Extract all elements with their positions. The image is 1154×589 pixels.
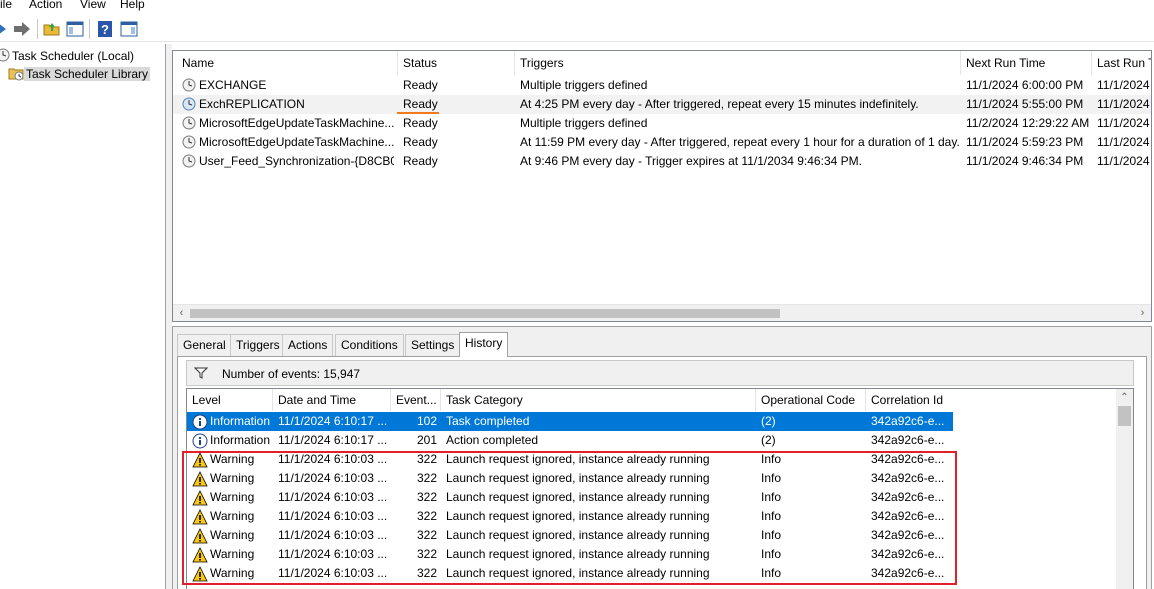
warning-icon: [192, 528, 208, 544]
column-header-level[interactable]: Level: [187, 389, 273, 411]
column-header-triggers[interactable]: Triggers: [515, 51, 961, 75]
tab-actions[interactable]: Actions: [282, 334, 334, 356]
history-panel: Number of events: 15,947 Level Date and …: [177, 356, 1147, 589]
history-filter-bar: Number of events: 15,947: [186, 360, 1134, 386]
vertical-scrollbar[interactable]: ⌃: [1116, 389, 1133, 589]
tab-triggers[interactable]: Triggers: [230, 334, 286, 356]
event-row[interactable]: Warning 11/1/2024 6:10:03 ... 322 Launch…: [187, 450, 953, 469]
menu-bar: ile Action View Help: [0, 0, 1154, 13]
event-row[interactable]: Warning 11/1/2024 6:10:03 ... 322 Launch…: [187, 545, 953, 564]
show-hide-action-pane-icon[interactable]: [119, 19, 139, 39]
console-tree: Task Scheduler (Local) Task Scheduler Li…: [0, 44, 166, 589]
task-list-header: Name Status Triggers Next Run Time Last …: [173, 51, 1151, 75]
tab-settings[interactable]: Settings: [405, 334, 461, 356]
event-row[interactable]: Warning 11/1/2024 6:10:03 ... 322 Launch…: [187, 564, 953, 583]
event-row[interactable]: Warning 11/1/2024 6:10:03 ... 322 Launch…: [187, 469, 953, 488]
horizontal-scrollbar[interactable]: ‹ ›: [173, 304, 1151, 321]
help-icon[interactable]: ?: [95, 19, 115, 39]
scrollbar-thumb[interactable]: [190, 309, 780, 318]
scroll-right-icon[interactable]: ›: [1134, 305, 1151, 321]
column-header-task-category[interactable]: Task Category: [441, 389, 756, 411]
task-row[interactable]: ExchREPLICATION Ready At 4:25 PM every d…: [173, 95, 1151, 114]
folder-clock-icon: [8, 65, 24, 84]
event-row[interactable]: Information 11/1/2024 6:10:17 ... 201 Ac…: [187, 431, 953, 450]
clock-icon: [0, 48, 10, 65]
warning-icon: [192, 566, 208, 582]
event-row[interactable]: Information 11/1/2024 6:10:17 ... 102 Ta…: [187, 412, 953, 431]
column-header-next-run-time[interactable]: Next Run Time: [961, 51, 1092, 75]
warning-icon: [192, 452, 208, 468]
task-row[interactable]: MicrosoftEdgeUpdateTaskMachine... Ready …: [173, 133, 1151, 152]
event-row[interactable]: Warning 11/1/2024 6:10:03 ... 322 Launch…: [187, 488, 953, 507]
show-hide-console-tree-icon[interactable]: [65, 19, 85, 39]
menu-action[interactable]: Action: [29, 0, 62, 11]
up-folder-icon[interactable]: [42, 19, 62, 39]
filter-icon[interactable]: [193, 367, 209, 382]
column-header-correlation-id[interactable]: Correlation Id: [866, 389, 956, 411]
warning-icon: [192, 471, 208, 487]
menu-file[interactable]: ile: [0, 0, 12, 11]
menu-help[interactable]: Help: [120, 0, 145, 11]
scrollbar-thumb[interactable]: [1118, 406, 1131, 426]
task-properties-panel: General Triggers Actions Conditions Sett…: [172, 326, 1152, 589]
tree-item-task-scheduler-library[interactable]: Task Scheduler Library: [8, 65, 151, 84]
information-icon: [192, 414, 208, 430]
scroll-left-icon[interactable]: ‹: [173, 305, 190, 321]
event-row[interactable]: Warning 11/1/2024 6:10:03 ... 322 Launch…: [187, 526, 953, 545]
warning-icon: [192, 509, 208, 525]
task-row[interactable]: User_Feed_Synchronization-{D8CB0... Read…: [173, 152, 1151, 171]
column-header-name[interactable]: Name: [177, 51, 398, 75]
column-header-operational-code[interactable]: Operational Code: [756, 389, 866, 411]
task-row[interactable]: MicrosoftEdgeUpdateTaskMachine... Ready …: [173, 114, 1151, 133]
forward-arrow-icon[interactable]: [12, 19, 32, 39]
column-header-event-id[interactable]: Event...: [391, 389, 441, 411]
tab-conditions[interactable]: Conditions: [335, 334, 404, 356]
column-header-date-time[interactable]: Date and Time: [273, 389, 391, 411]
back-arrow-icon[interactable]: [0, 19, 10, 39]
tree-item-task-scheduler-local[interactable]: Task Scheduler (Local): [0, 47, 136, 65]
column-header-last-run-time[interactable]: Last Run T: [1092, 51, 1151, 75]
scroll-up-icon[interactable]: ⌃: [1116, 389, 1133, 406]
tab-history[interactable]: History: [459, 332, 509, 357]
history-event-list: Level Date and Time Event... Task Catego…: [186, 388, 1134, 589]
column-header-status[interactable]: Status: [398, 51, 515, 75]
tab-general[interactable]: General: [177, 334, 232, 356]
warning-icon: [192, 490, 208, 506]
svg-text:?: ?: [101, 22, 109, 37]
information-icon: [192, 433, 208, 449]
warning-icon: [192, 547, 208, 563]
task-row[interactable]: EXCHANGE Ready Multiple triggers defined…: [173, 76, 1151, 95]
event-row[interactable]: Warning 11/1/2024 6:10:03 ... 322 Launch…: [187, 507, 953, 526]
task-clock-icon: [182, 154, 196, 173]
toolbar: ?: [0, 14, 1154, 42]
menu-view[interactable]: View: [80, 0, 106, 11]
task-list: Name Status Triggers Next Run Time Last …: [172, 50, 1152, 322]
events-count: Number of events: 15,947: [222, 367, 361, 381]
